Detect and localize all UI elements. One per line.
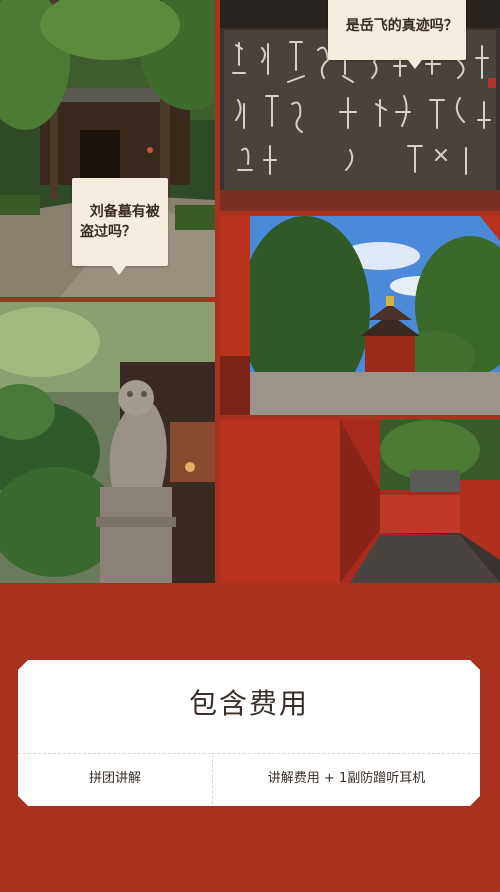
caption-text-calligraphy: 是岳飞的真迹吗？ — [345, 18, 458, 34]
photo-red-wall-corridor — [220, 420, 500, 583]
photo-temple-gate — [220, 216, 500, 415]
fee-card: 包含费用 拼团讲解 讲解费用 + 1副防蹭听耳机 — [18, 660, 480, 806]
caption-bubble-tomb: 刘备墓有被 盗过吗？ — [72, 178, 168, 275]
bubble-tail — [408, 60, 422, 69]
fee-item-name: 拼团讲解 — [88, 771, 141, 786]
caption-text-tomb: 刘备墓有被 盗过吗？ — [80, 204, 160, 240]
photo-stone-lion — [0, 302, 215, 583]
caption-bubble-calligraphy: 是岳飞的真迹吗？ — [328, 0, 466, 69]
fee-item-detail: 讲解费用 + 1副防蹭听耳机 — [267, 771, 426, 786]
bubble-tail — [112, 266, 126, 275]
fee-card-title: 包含费用 — [188, 687, 309, 720]
